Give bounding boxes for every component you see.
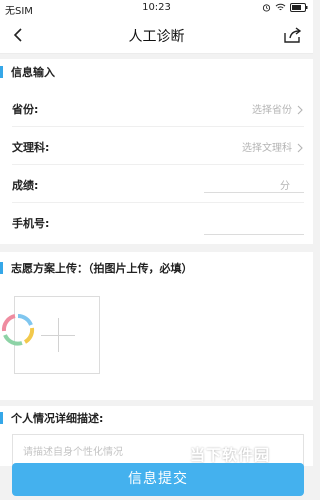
upload-section-header: 志愿方案上传：（拍图片上传，必填） — [0, 258, 193, 278]
score-unit: 分 — [280, 181, 290, 192]
subject-label: 文理科: — [12, 141, 50, 154]
info-section-title: 信息输入 — [11, 66, 55, 79]
province-select[interactable]: 选择省份 — [252, 101, 292, 116]
wifi-icon — [275, 3, 286, 15]
upload-section-title: 志愿方案上传：（拍图片上传，必填） — [11, 262, 193, 275]
score-row: 成绩: 分 — [12, 165, 304, 203]
info-section: 信息输入 省份: 选择省份 文理科: 选择文理科 成绩: 分 手机号: — [0, 59, 313, 244]
chevron-right-icon — [296, 139, 304, 153]
chevron-right-icon — [296, 101, 304, 115]
loading-spinner-icon — [0, 312, 36, 348]
description-section-header: 个人情况详细描述: — [0, 408, 103, 428]
info-section-header: 信息输入 — [0, 62, 55, 82]
share-icon[interactable] — [283, 26, 303, 44]
subject-row[interactable]: 文理科: 选择文理科 — [12, 127, 304, 165]
status-bar: 无SIM 10:23 — [0, 0, 313, 17]
section-marker — [0, 412, 3, 424]
description-section-title: 个人情况详细描述: — [11, 412, 104, 425]
phone-input[interactable] — [204, 234, 304, 235]
phone-row: 手机号: — [12, 203, 304, 241]
status-icons — [262, 3, 308, 15]
page-title: 人工诊断 — [128, 29, 185, 45]
province-label: 省份: — [12, 103, 39, 116]
battery-icon — [290, 3, 308, 15]
subject-select[interactable]: 选择文理科 — [242, 139, 292, 154]
watermark-text: 当下软件园 — [190, 445, 271, 464]
section-marker — [0, 262, 3, 274]
alarm-icon — [262, 3, 271, 15]
score-label: 成绩: — [12, 179, 39, 192]
province-row[interactable]: 省份: 选择省份 — [12, 89, 304, 127]
submit-button[interactable]: 信息提交 — [12, 463, 304, 496]
nav-bar: 人工诊断 — [0, 16, 313, 54]
phone-label: 手机号: — [12, 217, 50, 230]
section-marker — [0, 66, 3, 78]
score-input[interactable] — [204, 192, 304, 193]
